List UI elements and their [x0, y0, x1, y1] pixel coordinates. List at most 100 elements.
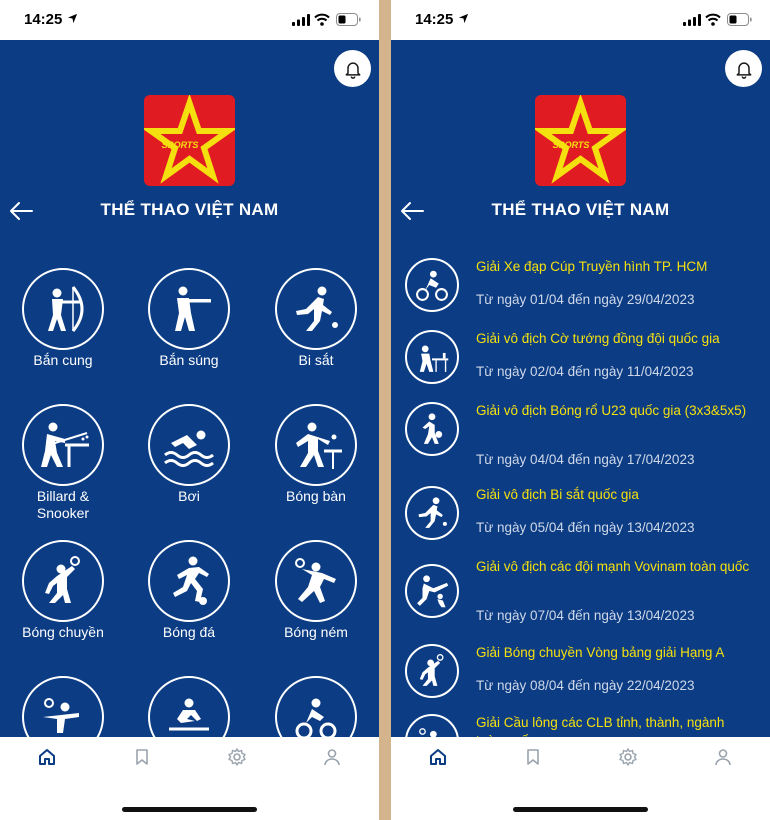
profile-icon: [715, 749, 731, 766]
tab-home[interactable]: [37, 747, 57, 767]
rowing-icon: [169, 698, 209, 731]
event-title: Giải vô địch Bi sắt quốc gia: [476, 487, 639, 502]
page-title: THỂ THAO VIỆT NAM: [491, 200, 670, 219]
event-date: Từ ngày 07/04 đến ngày 13/04/2023: [476, 608, 695, 623]
sport-label: Bóng ném: [284, 624, 348, 640]
event-title: Giải vô địch các đội mạnh Vovinam toàn q…: [476, 559, 750, 574]
archery-icon: [48, 286, 84, 332]
sport-tile-handball[interactable]: Bóng ném: [256, 540, 376, 641]
battery-icon: [336, 13, 361, 26]
home-icon: [430, 749, 446, 765]
tab-bookmark[interactable]: [132, 747, 152, 767]
status-time: 14:25: [24, 11, 63, 28]
signal-icon: [292, 14, 310, 26]
sport-tile-shooting[interactable]: Bắn súng: [129, 268, 249, 369]
event-date: Từ ngày 04/04 đến ngày 17/04/2023: [476, 452, 695, 467]
sport-label: Billard & Snooker: [36, 488, 90, 521]
wifi-icon: [314, 13, 330, 26]
event-date: Từ ngày 02/04 đến ngày 11/04/2023: [476, 364, 694, 379]
profile-icon: [324, 749, 340, 766]
cycling-icon: [416, 270, 448, 301]
sports-logo: SPORTS: [535, 95, 626, 186]
phone-events-list: 14:25 SPORTS THỂ THAO VIỆT NAM Giải Xe đ…: [391, 0, 770, 820]
sport-label: Bắn cung: [33, 352, 93, 368]
tab-home[interactable]: [428, 747, 448, 767]
petanque-icon: [418, 497, 447, 528]
settings-icon: [619, 748, 637, 766]
tab-settings[interactable]: [618, 747, 638, 767]
status-time: 14:25: [415, 11, 454, 28]
notification-button[interactable]: [725, 50, 762, 87]
sport-tile-billiards[interactable]: Billard & Snooker: [3, 404, 123, 522]
status-bar: 14:25: [391, 0, 770, 40]
sport-label: Bóng đá: [162, 624, 216, 640]
wifi-icon: [705, 13, 721, 26]
tab-settings[interactable]: [227, 747, 247, 767]
cycling-icon: [295, 698, 337, 737]
sport-tile-swimming[interactable]: Bơi: [129, 404, 249, 505]
volleyball-icon: [419, 654, 444, 686]
sport-tile-cycling[interactable]: [256, 676, 376, 737]
sport-tile-volleyball[interactable]: Bóng chuyền: [3, 540, 123, 641]
sport-tile-archery[interactable]: Bắn cung: [3, 268, 123, 369]
volleyball-icon: [45, 556, 80, 603]
star-logo-icon: SPORTS: [535, 95, 626, 184]
event-date: Từ ngày 01/04 đến ngày 29/04/2023: [476, 292, 695, 307]
tab-profile[interactable]: [713, 747, 733, 767]
table-tennis-icon: [296, 422, 342, 469]
chess-icon: [419, 345, 449, 372]
tab-profile[interactable]: [322, 747, 342, 767]
sport-label: Bóng chuyền: [22, 624, 104, 640]
basketball-icon: [422, 413, 443, 444]
sports-logo: SPORTS: [144, 95, 235, 186]
event-title: Giải vô địch Cờ tướng đồng đội quốc gia: [476, 331, 720, 346]
event-title: Giải vô địch Bóng rổ U23 quốc gia (3x3&5…: [476, 403, 747, 418]
sport-tile-petanque[interactable]: Bi sắt: [256, 268, 376, 369]
tab-bar: [391, 737, 770, 820]
sport-label: Bóng bàn: [286, 488, 346, 504]
main-content: SPORTS THỂ THAO VIỆT NAM Giải Xe đạp Cúp…: [391, 40, 770, 737]
tab-bookmark[interactable]: [523, 747, 543, 767]
settings-icon: [228, 748, 246, 766]
event-title: Giải Xe đạp Cúp Truyền hình TP. HCM: [476, 259, 708, 274]
sport-label: Bắn súng: [159, 352, 219, 368]
battery-icon: [727, 13, 752, 26]
location-arrow-icon: [67, 13, 78, 24]
handball-icon: [295, 558, 336, 603]
signal-icon: [683, 14, 701, 26]
bell-icon: [345, 61, 360, 79]
status-bar: 14:25: [0, 0, 379, 40]
page-title: THỂ THAO VIỆT NAM: [100, 200, 279, 219]
bookmark-icon: [136, 749, 148, 765]
home-indicator: [122, 807, 257, 812]
sport-label: Bơi: [178, 488, 200, 504]
sport-tile-football[interactable]: Bóng đá: [129, 540, 249, 641]
event-date: Từ ngày 08/04 đến ngày 22/04/2023: [476, 678, 695, 693]
sport-label: Bi sắt: [298, 352, 334, 368]
home-icon: [39, 749, 55, 765]
svg-text:SPORTS: SPORTS: [553, 140, 590, 150]
shooting-icon: [175, 286, 211, 331]
bookmark-icon: [527, 749, 539, 765]
notification-button[interactable]: [334, 50, 371, 87]
event-title: Giải Cầu lông các CLB tỉnh, thành, ngành…: [476, 715, 725, 737]
phone-sports-categories: 14:25 SPORTS THỂ THAO VIỆT NAM Bắn cung: [0, 0, 379, 820]
sport-tile-table-tennis[interactable]: Bóng bàn: [256, 404, 376, 505]
location-arrow-icon: [458, 13, 469, 24]
badminton-icon: [43, 698, 79, 733]
football-icon: [173, 556, 209, 605]
event-date: Từ ngày 05/04 đến ngày 13/04/2023: [476, 520, 695, 535]
bell-icon: [736, 61, 751, 79]
vovinam-icon: [417, 575, 449, 608]
main-content: SPORTS THỂ THAO VIỆT NAM Bắn cung Bắn sú…: [0, 40, 379, 737]
petanque-icon: [296, 286, 338, 331]
badminton-icon: [419, 728, 437, 737]
home-indicator: [513, 807, 648, 812]
tab-bar: [0, 737, 379, 820]
star-logo-icon: SPORTS: [144, 95, 235, 184]
sport-tile-badminton[interactable]: [3, 676, 123, 737]
billiards-icon: [41, 422, 89, 467]
event-title: Giải Bóng chuyền Vòng bảng giải Hạng A: [476, 645, 725, 660]
sport-tile-rowing[interactable]: [129, 676, 249, 737]
svg-text:SPORTS: SPORTS: [162, 140, 199, 150]
